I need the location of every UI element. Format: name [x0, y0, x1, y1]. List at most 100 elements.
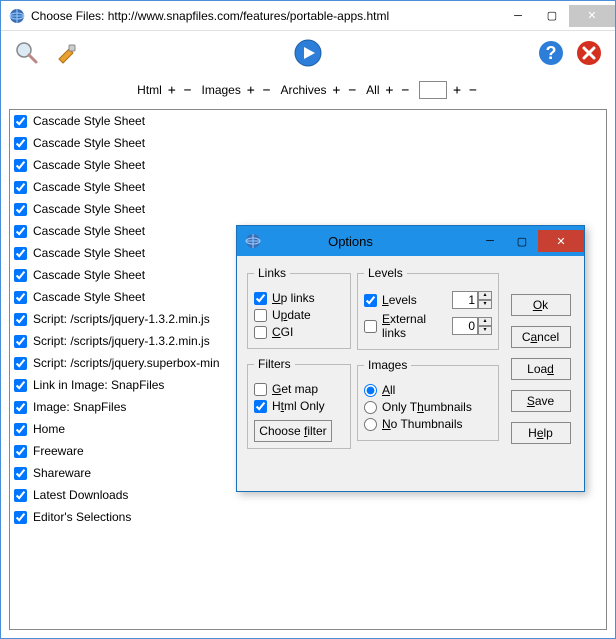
html-plus[interactable]: +: [166, 83, 178, 98]
list-item-checkbox[interactable]: [14, 225, 27, 238]
list-item-checkbox[interactable]: [14, 357, 27, 370]
list-item-checkbox[interactable]: [14, 291, 27, 304]
help-button[interactable]: Help: [511, 422, 571, 444]
list-item-checkbox[interactable]: [14, 247, 27, 260]
levels-checkbox[interactable]: [364, 294, 377, 307]
images-nothumbs-label: No Thumbnails: [382, 417, 463, 431]
filters-group: Filters Get map Html Only Choose filter: [247, 357, 351, 449]
maximize-button[interactable]: ▢: [535, 5, 569, 27]
list-item-label: Shareware: [33, 466, 91, 480]
dialog-minimize[interactable]: ─: [474, 230, 506, 252]
dialog-titlebar: Options ─ ▢ ✕: [237, 226, 584, 256]
list-item[interactable]: Cascade Style Sheet: [10, 154, 606, 176]
external-up[interactable]: ▴: [478, 317, 492, 326]
list-item-checkbox[interactable]: [14, 115, 27, 128]
list-item[interactable]: Cascade Style Sheet: [10, 176, 606, 198]
list-item-checkbox[interactable]: [14, 379, 27, 392]
window-buttons: ─ ▢ ✕: [501, 5, 615, 27]
levels-down[interactable]: ▾: [478, 300, 492, 309]
list-item-checkbox[interactable]: [14, 489, 27, 502]
external-checkbox[interactable]: [364, 320, 377, 333]
getmap-label: Get map: [272, 382, 318, 396]
play-icon[interactable]: [292, 37, 324, 69]
all-plus[interactable]: +: [384, 83, 396, 98]
dialog-close[interactable]: ✕: [538, 230, 584, 252]
cgi-label: CGI: [272, 325, 293, 339]
levels-up[interactable]: ▴: [478, 291, 492, 300]
getmap-checkbox[interactable]: [254, 383, 267, 396]
ok-button[interactable]: Ok: [511, 294, 571, 316]
links-group: Links Up links Update CGI: [247, 266, 351, 349]
list-item-label: Cascade Style Sheet: [33, 268, 145, 282]
load-button[interactable]: Load: [511, 358, 571, 380]
images-nothumbs-radio[interactable]: [364, 418, 377, 431]
num-plus[interactable]: +: [451, 83, 463, 98]
settings-icon[interactable]: [49, 37, 81, 69]
list-item-label: Cascade Style Sheet: [33, 114, 145, 128]
archives-minus[interactable]: −: [346, 83, 358, 98]
cancel-icon[interactable]: [573, 37, 605, 69]
close-button[interactable]: ✕: [569, 5, 615, 27]
images-minus[interactable]: −: [261, 83, 273, 98]
list-item-label: Link in Image: SnapFiles: [33, 378, 164, 392]
cancel-button[interactable]: Cancel: [511, 326, 571, 348]
list-item-checkbox[interactable]: [14, 511, 27, 524]
external-input[interactable]: [452, 317, 478, 335]
images-plus[interactable]: +: [245, 83, 257, 98]
filter-number-input[interactable]: [419, 81, 447, 99]
images-onlythumbs-label: Only Thumbnails: [382, 400, 472, 414]
list-item-checkbox[interactable]: [14, 181, 27, 194]
uplinks-checkbox[interactable]: [254, 292, 267, 305]
list-item-checkbox[interactable]: [14, 335, 27, 348]
list-item-checkbox[interactable]: [14, 401, 27, 414]
list-item-checkbox[interactable]: [14, 423, 27, 436]
list-item-label: Cascade Style Sheet: [33, 158, 145, 172]
images-group: Images All Only Thumbnails No Thumbnails: [357, 358, 499, 441]
htmlonly-checkbox[interactable]: [254, 400, 267, 413]
htmlonly-label: Html Only: [272, 399, 325, 413]
list-item[interactable]: Editor's Selections: [10, 506, 606, 528]
dialog-maximize[interactable]: ▢: [506, 230, 538, 252]
list-item-label: Image: SnapFiles: [33, 400, 126, 414]
list-item-label: Cascade Style Sheet: [33, 290, 145, 304]
images-onlythumbs-radio[interactable]: [364, 401, 377, 414]
levels-legend: Levels: [364, 266, 407, 280]
external-down[interactable]: ▾: [478, 326, 492, 335]
all-minus[interactable]: −: [399, 83, 411, 98]
filter-html-label: Html: [137, 83, 162, 97]
list-item-checkbox[interactable]: [14, 313, 27, 326]
update-checkbox[interactable]: [254, 309, 267, 322]
list-item-label: Script: /scripts/jquery.superbox-min: [33, 356, 220, 370]
list-item-checkbox[interactable]: [14, 445, 27, 458]
list-item[interactable]: Cascade Style Sheet: [10, 132, 606, 154]
search-icon[interactable]: [11, 37, 43, 69]
list-item-checkbox[interactable]: [14, 137, 27, 150]
minimize-button[interactable]: ─: [501, 5, 535, 27]
dialog-title: Options: [227, 234, 474, 249]
list-item-label: Cascade Style Sheet: [33, 202, 145, 216]
list-item-label: Editor's Selections: [33, 510, 131, 524]
list-item[interactable]: Cascade Style Sheet: [10, 198, 606, 220]
images-all-radio[interactable]: [364, 384, 377, 397]
choose-filter-button[interactable]: Choose filter: [254, 420, 332, 442]
list-item-checkbox[interactable]: [14, 203, 27, 216]
filter-archives-label: Archives: [281, 83, 327, 97]
list-item-label: Cascade Style Sheet: [33, 246, 145, 260]
list-item-label: Home: [33, 422, 65, 436]
help-icon[interactable]: ?: [535, 37, 567, 69]
list-item-checkbox[interactable]: [14, 159, 27, 172]
filters-legend: Filters: [254, 357, 295, 371]
links-legend: Links: [254, 266, 290, 280]
list-item[interactable]: Cascade Style Sheet: [10, 110, 606, 132]
list-item-checkbox[interactable]: [14, 467, 27, 480]
archives-plus[interactable]: +: [331, 83, 343, 98]
levels-input[interactable]: [452, 291, 478, 309]
html-minus[interactable]: −: [182, 83, 194, 98]
num-minus[interactable]: −: [467, 83, 479, 98]
titlebar: Choose Files: http://www.snapfiles.com/f…: [1, 1, 615, 31]
save-button[interactable]: Save: [511, 390, 571, 412]
list-item-checkbox[interactable]: [14, 269, 27, 282]
cgi-checkbox[interactable]: [254, 326, 267, 339]
list-item-label: Cascade Style Sheet: [33, 224, 145, 238]
list-item-label: Script: /scripts/jquery-1.3.2.min.js: [33, 312, 210, 326]
